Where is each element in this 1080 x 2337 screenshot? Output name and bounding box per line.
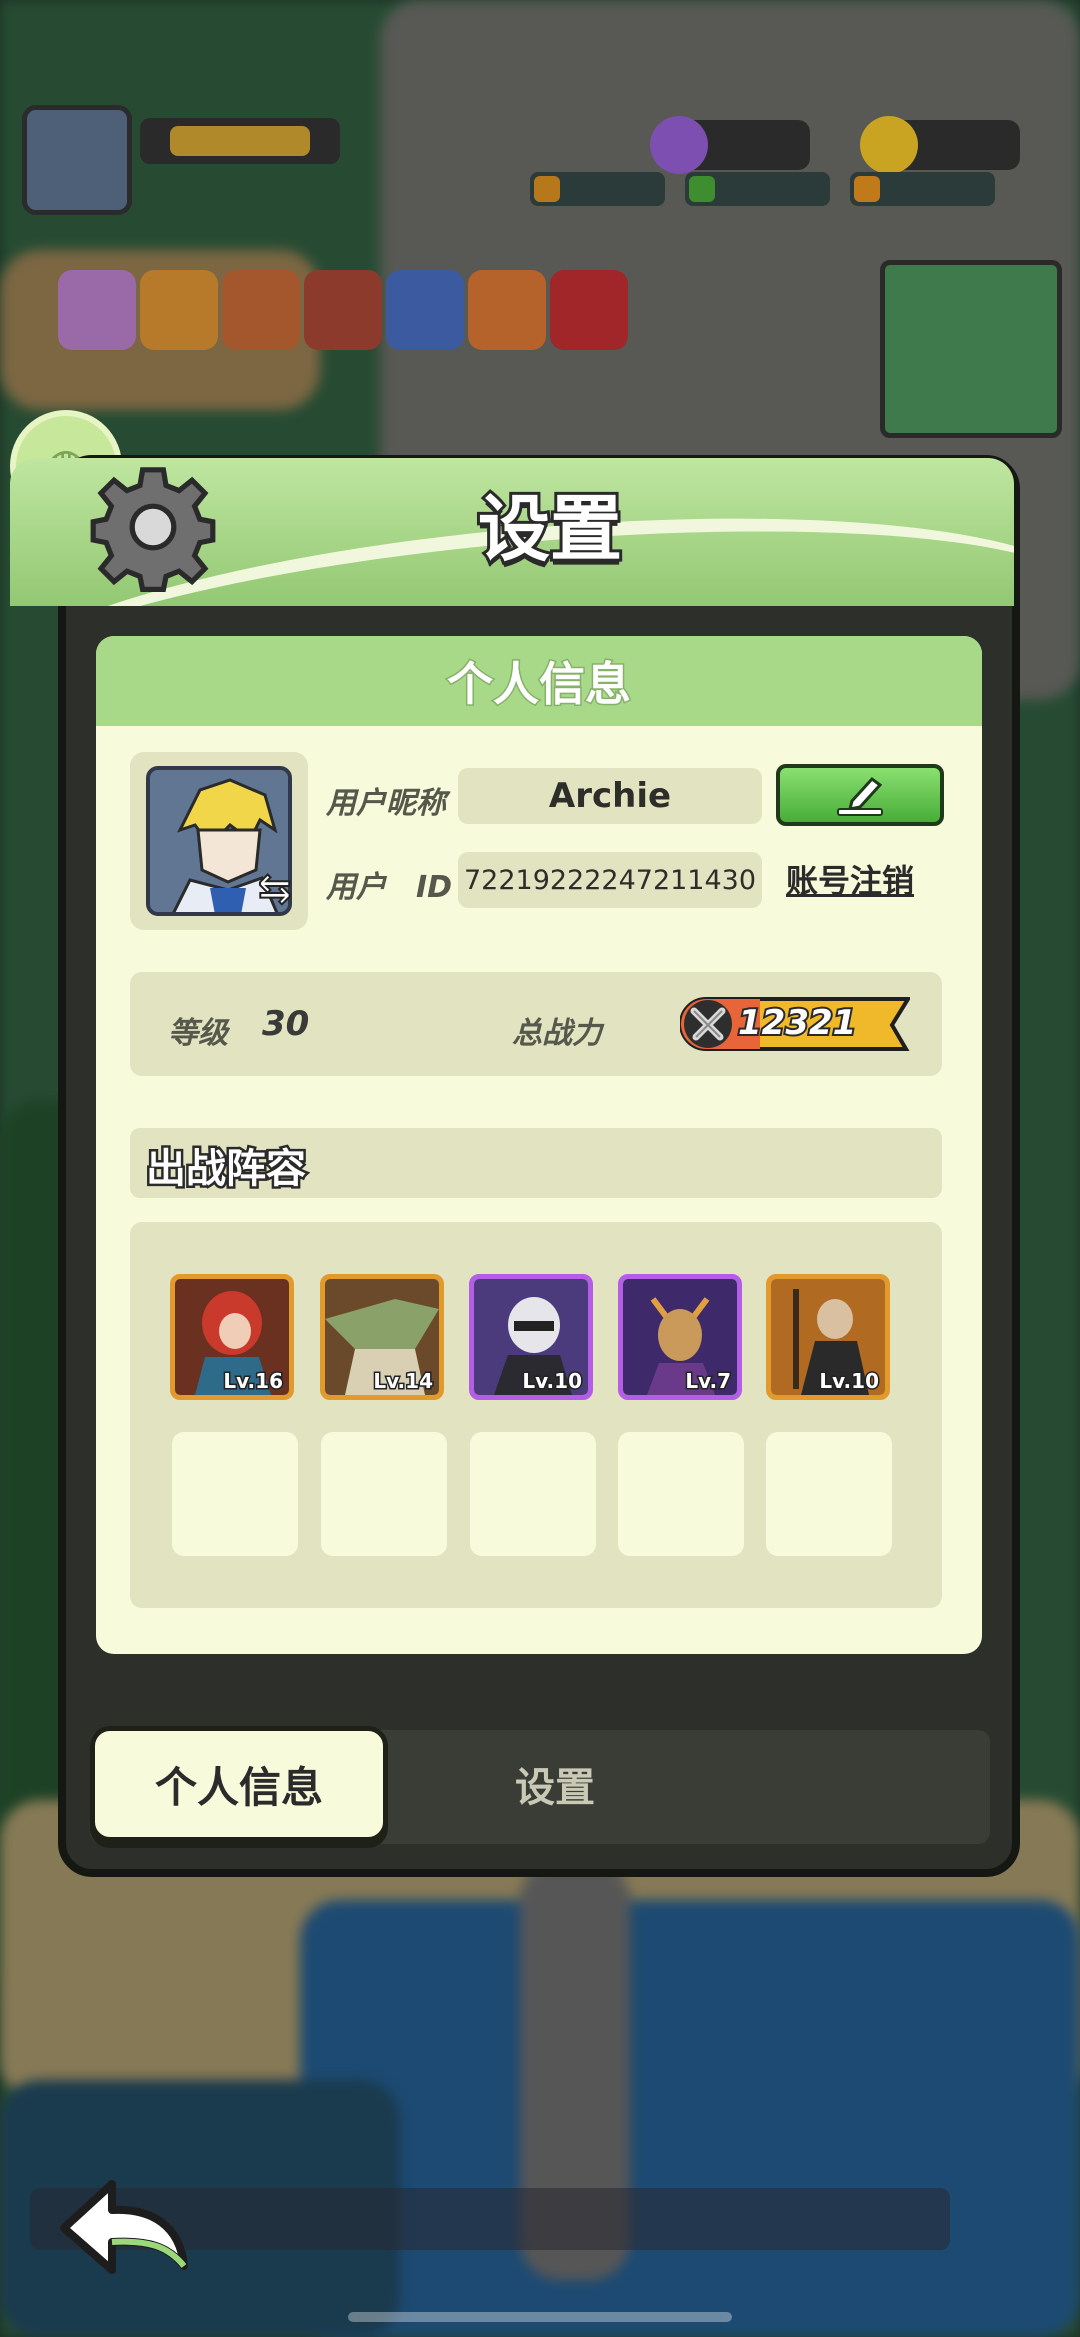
gear-icon bbox=[90, 467, 216, 592]
hero-level: Lv.14 bbox=[372, 1368, 435, 1395]
hero-level: Lv.16 bbox=[222, 1368, 285, 1395]
hud-hero-chip bbox=[222, 270, 300, 350]
pencil-icon bbox=[837, 776, 883, 816]
hero-slot[interactable]: Lv.7 bbox=[618, 1274, 742, 1400]
hero-level: Lv.7 bbox=[684, 1368, 733, 1395]
power-label: 总战力 bbox=[512, 1016, 602, 1051]
coin-icon bbox=[860, 116, 918, 174]
hud-gem-counter bbox=[650, 116, 810, 174]
empty-hero-slot[interactable] bbox=[618, 1432, 744, 1556]
cancel-account-link[interactable]: 账号注销 bbox=[786, 856, 914, 902]
swap-icon[interactable]: ⇆ bbox=[257, 865, 292, 913]
level-label: 等级 bbox=[168, 1016, 228, 1051]
hud-resource-2 bbox=[685, 172, 830, 206]
hud-hero-chip bbox=[468, 270, 546, 350]
profile-card-title: 个人信息 bbox=[446, 656, 633, 713]
minimap bbox=[880, 260, 1062, 438]
hud-hero-chip bbox=[550, 270, 628, 350]
hud-coin-counter bbox=[860, 116, 1020, 174]
power-value: 12321 bbox=[736, 1001, 858, 1045]
hud-name-bar bbox=[140, 118, 340, 164]
empty-hero-slot[interactable] bbox=[766, 1432, 892, 1556]
hud-resource-1 bbox=[530, 172, 665, 206]
hero-level: Lv.10 bbox=[818, 1368, 881, 1395]
empty-hero-slot[interactable] bbox=[172, 1432, 298, 1556]
hero-slot[interactable]: Lv.10 bbox=[766, 1274, 890, 1400]
back-arrow-icon[interactable] bbox=[56, 2170, 196, 2280]
hud-hero-chip bbox=[140, 270, 218, 350]
page-title: 设置 bbox=[475, 484, 625, 574]
hero-level: Lv.10 bbox=[521, 1368, 584, 1395]
hero-slot[interactable]: Lv.14 bbox=[320, 1274, 444, 1400]
lineup-title: 出战阵容 bbox=[144, 1144, 309, 1195]
level-value: 30 bbox=[262, 1004, 310, 1044]
hud-hero-chip bbox=[386, 270, 464, 350]
hud-hero-chip bbox=[304, 270, 382, 350]
hero-slot[interactable]: Lv.10 bbox=[469, 1274, 593, 1400]
tab-profile[interactable]: 个人信息 bbox=[90, 1726, 388, 1842]
nickname-label: 用户昵称 bbox=[326, 786, 446, 821]
hud-resource-3 bbox=[850, 172, 995, 206]
hud-hero-chip bbox=[58, 270, 136, 350]
nickname-field: Archie bbox=[458, 768, 762, 824]
profile-card-header: 个人信息 bbox=[96, 636, 982, 726]
user-id-field: 72219222247211430 bbox=[458, 852, 762, 908]
hud-player-avatar bbox=[22, 105, 132, 215]
tab-settings[interactable]: 设置 bbox=[440, 1755, 670, 1813]
user-id-label: 用户 ID bbox=[326, 870, 453, 905]
hero-slot[interactable]: Lv.16 bbox=[170, 1274, 294, 1400]
edit-nickname-button[interactable] bbox=[776, 764, 944, 826]
empty-hero-slot[interactable] bbox=[321, 1432, 447, 1556]
gem-icon bbox=[650, 116, 708, 174]
empty-hero-slot[interactable] bbox=[470, 1432, 596, 1556]
home-indicator bbox=[348, 2312, 732, 2322]
